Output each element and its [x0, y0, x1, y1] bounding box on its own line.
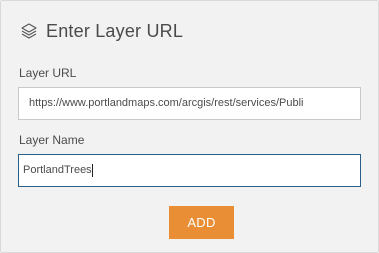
- layer-name-value: PortlandTrees: [23, 164, 92, 176]
- panel-header: Enter Layer URL: [20, 19, 183, 43]
- text-caret: [91, 163, 93, 177]
- enter-layer-url-panel: Enter Layer URL Layer URL https://www.po…: [0, 0, 379, 253]
- add-button[interactable]: ADD: [169, 206, 234, 239]
- layers-icon: [20, 22, 38, 40]
- layer-name-label: Layer Name: [19, 133, 85, 147]
- layer-url-label: Layer URL: [19, 66, 77, 80]
- layer-url-value: https://www.portlandmaps.com/arcgis/rest…: [29, 97, 304, 109]
- layer-name-input[interactable]: PortlandTrees: [18, 154, 361, 187]
- panel-title: Enter Layer URL: [46, 20, 184, 41]
- layer-url-input[interactable]: https://www.portlandmaps.com/arcgis/rest…: [18, 87, 361, 120]
